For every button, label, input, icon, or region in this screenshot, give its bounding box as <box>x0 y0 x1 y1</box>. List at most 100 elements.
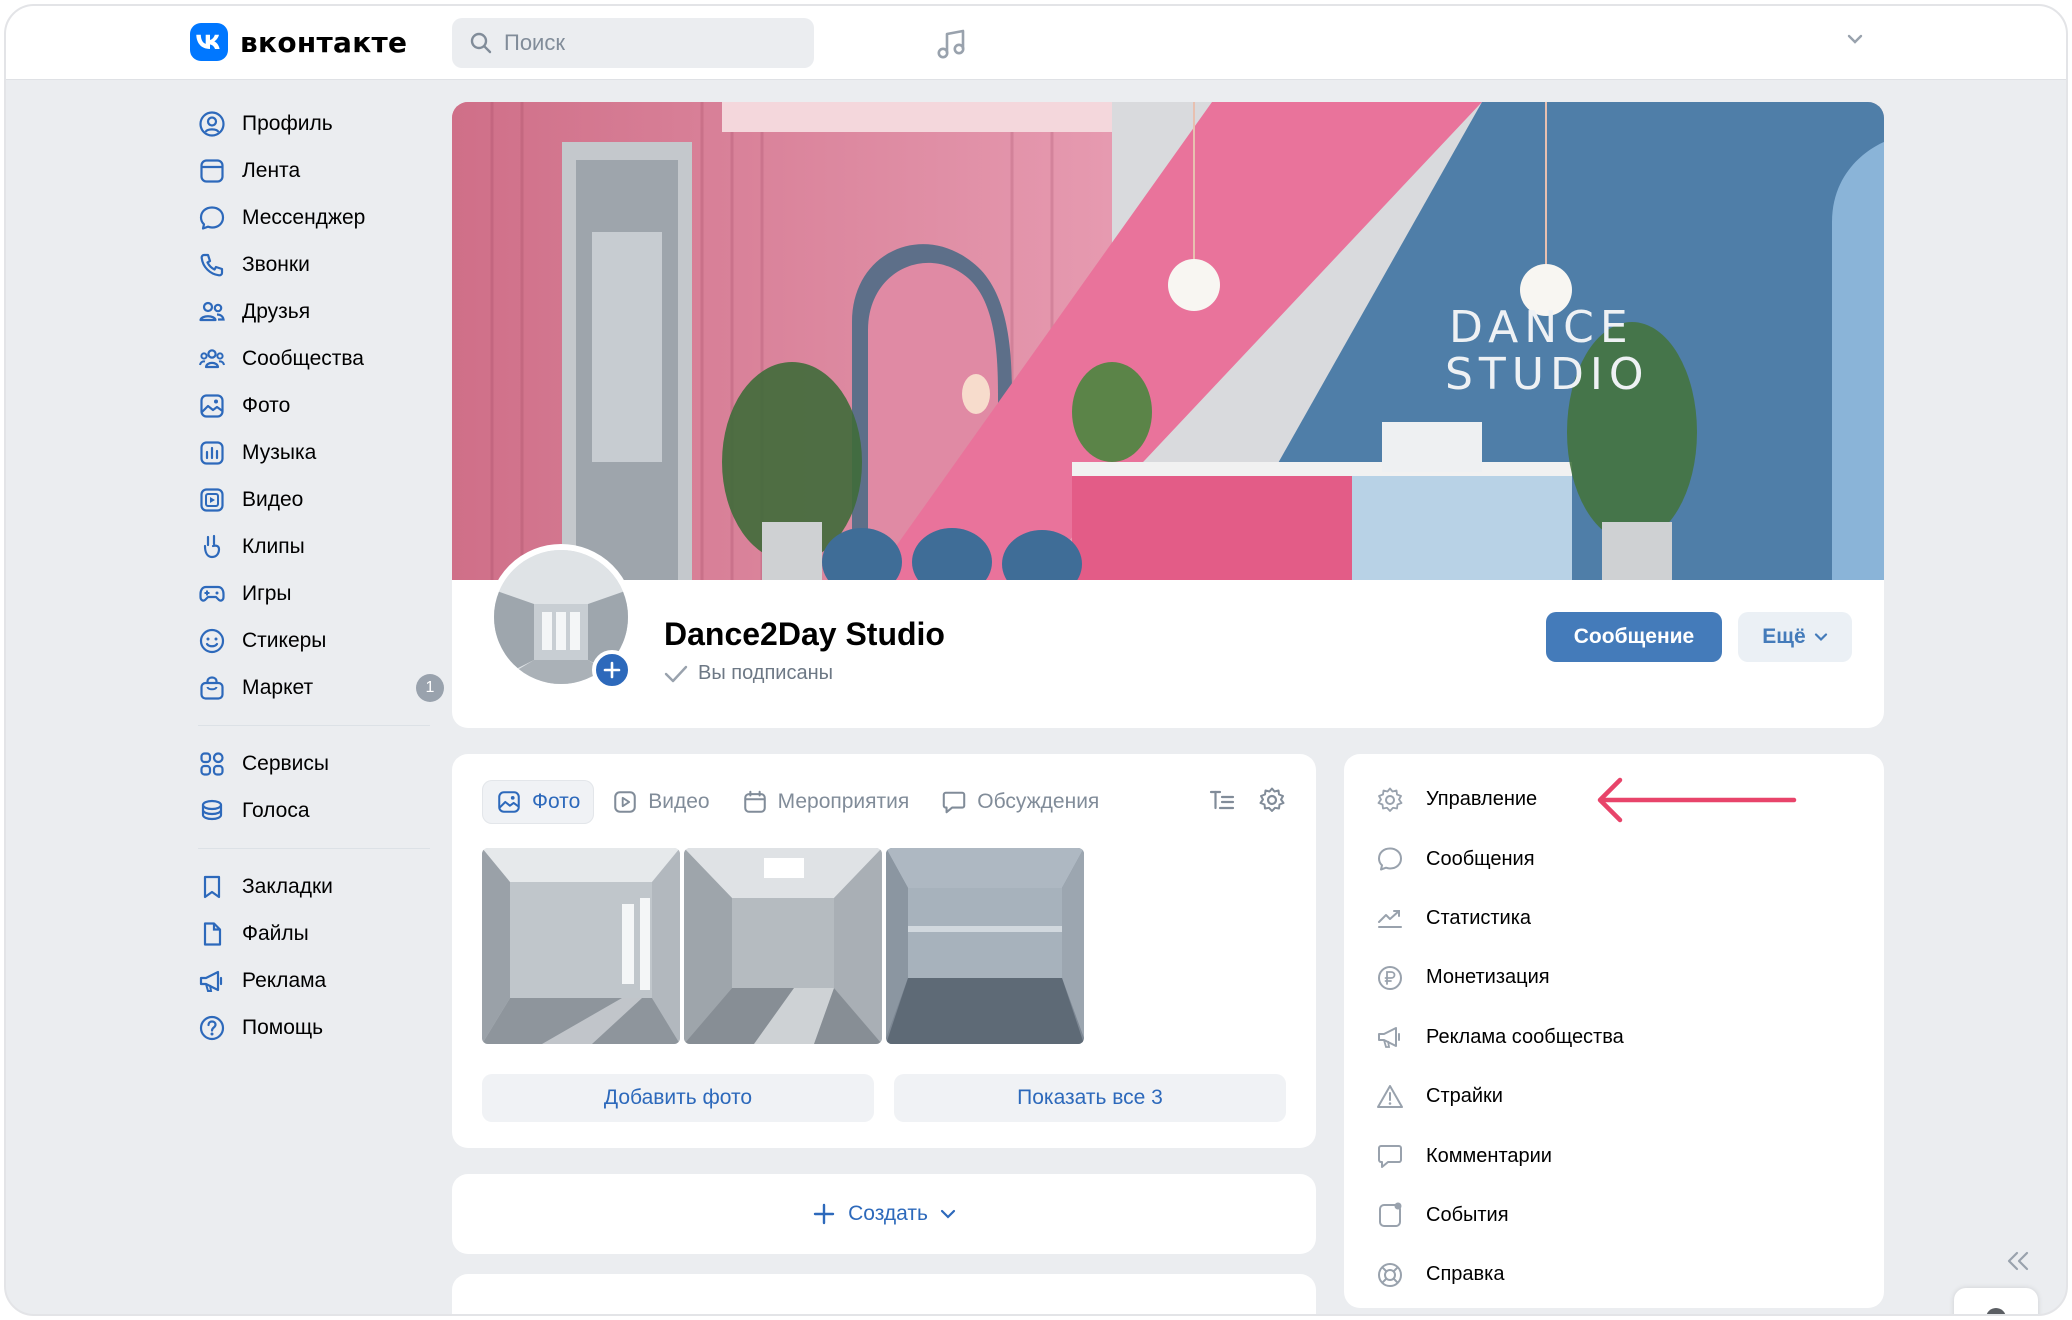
phone-icon <box>200 253 224 276</box>
photo-icon <box>498 791 520 813</box>
cover-sign-line2: STUDIO <box>1445 349 1650 400</box>
sidebar-item-label: Мессенджер <box>242 205 366 229</box>
sidebar-item-messenger[interactable]: Мессенджер <box>190 194 440 241</box>
sidebar-item-music[interactable]: Музыка <box>190 429 440 476</box>
manage-item-label: Управление <box>1426 788 1538 811</box>
gear-icon[interactable] <box>1258 786 1286 814</box>
warning-icon <box>1377 1084 1403 1108</box>
manage-item-events[interactable]: События <box>1344 1186 1884 1245</box>
tab-video[interactable]: Видео <box>598 780 723 824</box>
sidebar-item-clips[interactable]: Клипы <box>190 523 440 570</box>
sidebar-item-files[interactable]: Файлы <box>190 910 440 957</box>
sidebar-item-label: Игры <box>242 581 292 605</box>
sidebar-item-stickers[interactable]: Стикеры <box>190 617 440 664</box>
annotation-arrow-icon <box>1597 777 1797 823</box>
tab-photo[interactable]: Фото <box>482 780 595 824</box>
tab-tools <box>1208 786 1286 814</box>
sidebar-item-label: Фото <box>242 393 291 417</box>
add-photo-button[interactable]: Добавить фото <box>482 1074 874 1122</box>
search-box[interactable] <box>452 18 814 68</box>
tab-label: Фото <box>532 790 581 813</box>
manage-item-monetization[interactable]: Монетизация <box>1344 948 1884 1007</box>
show-all-photos-button[interactable]: Показать все 3 <box>894 1074 1286 1122</box>
collapse-sidebar-button[interactable] <box>2006 1250 2030 1277</box>
search-input[interactable] <box>504 30 794 56</box>
add-avatar-button[interactable] <box>592 650 632 690</box>
manage-item-label: События <box>1426 1203 1509 1226</box>
manage-item-messages[interactable]: Сообщения <box>1344 829 1884 888</box>
sidebar-item-communities[interactable]: Сообщества <box>190 335 440 382</box>
tab-label: Мероприятия <box>777 790 910 813</box>
sidebar-item-label: Сервисы <box>242 751 330 775</box>
photo-thumbnail[interactable] <box>482 848 680 1044</box>
manage-item-label: Сообщения <box>1426 847 1535 870</box>
sidebar-item-label: Закладки <box>242 874 333 898</box>
sidebar-item-profile[interactable]: Профиль <box>190 100 440 147</box>
manage-item-statistics[interactable]: Статистика <box>1344 889 1884 948</box>
sidebar-item-label: Звонки <box>242 252 310 276</box>
profile-icon <box>199 110 225 137</box>
stickers-icon <box>199 628 225 653</box>
scroll-to-top-handle[interactable] <box>1954 1288 2038 1314</box>
sidebar-item-label: Клипы <box>242 534 305 558</box>
manage-item-label: Реклама сообщества <box>1426 1025 1624 1048</box>
sort-icon[interactable] <box>1208 786 1236 814</box>
manage-item-help[interactable]: Справка <box>1344 1245 1884 1304</box>
video-icon <box>614 791 637 813</box>
search-icon <box>470 32 492 54</box>
manage-item-comments[interactable]: Комментарии <box>1344 1126 1884 1185</box>
subscription-status[interactable]: Вы подписаны <box>664 662 833 685</box>
sidebar-item-help[interactable]: Помощь <box>190 1004 440 1051</box>
wall-post-card <box>452 1274 1316 1314</box>
more-button[interactable]: Ещё <box>1738 612 1852 662</box>
cover-sign-line1: DANCE <box>1449 302 1634 353</box>
sidebar-item-label: Сообщества <box>242 346 364 370</box>
tab-discussions[interactable]: Обсуждения <box>927 780 1113 824</box>
sidebar-divider <box>198 848 430 849</box>
cover-illustration: DANCE STUDIO <box>452 102 1884 580</box>
sidebar-divider <box>198 725 430 726</box>
tab-label: Видео <box>648 790 710 813</box>
music-icon <box>200 440 224 465</box>
vk-logo[interactable]: вконтакте <box>190 23 407 61</box>
sidebar-item-games[interactable]: Игры <box>190 570 440 617</box>
sidebar-item-bookmarks[interactable]: Закладки <box>190 863 440 910</box>
create-post-button[interactable]: Создать <box>452 1174 1316 1254</box>
sidebar-item-friends[interactable]: Друзья <box>190 288 440 335</box>
sidebar-item-feed[interactable]: Лента <box>190 147 440 194</box>
chevron-down-icon <box>1814 633 1827 642</box>
photo-thumbnails <box>482 848 1084 1044</box>
gear-icon <box>1377 787 1403 812</box>
sidebar-item-votes[interactable]: Голоса <box>190 787 440 834</box>
sidebar-item-photo[interactable]: Фото <box>190 382 440 429</box>
bookmarks-icon <box>203 875 221 898</box>
sidebar-item-label: Маркет <box>242 675 314 699</box>
tab-events[interactable]: Мероприятия <box>728 780 924 824</box>
sidebar-item-video[interactable]: Видео <box>190 476 440 523</box>
left-sidebar: Профиль Лента Мессенджер Звонки Друзья С… <box>190 100 444 1051</box>
send-message-button[interactable]: Сообщение <box>1546 612 1722 662</box>
manage-item-label: Страйки <box>1426 1085 1503 1108</box>
feed-icon <box>200 158 224 183</box>
sidebar-item-services[interactable]: Сервисы <box>190 740 440 787</box>
group-name: Dance2Day Studio <box>664 616 945 652</box>
photo-thumbnail[interactable] <box>886 848 1084 1044</box>
tab-label: Обсуждения <box>977 790 1100 813</box>
sidebar-item-calls[interactable]: Звонки <box>190 241 440 288</box>
logo-text: вконтакте <box>240 25 408 59</box>
plus-icon <box>813 1203 835 1225</box>
sidebar-item-ads[interactable]: Реклама <box>190 957 440 1004</box>
profile-menu-button[interactable] <box>1846 32 1864 50</box>
stats-icon <box>1378 910 1402 929</box>
help-ring-icon <box>1378 1262 1402 1287</box>
sidebar-item-label: Помощь <box>242 1015 324 1039</box>
photo-thumbnail[interactable] <box>684 848 882 1044</box>
create-label: Создать <box>848 1202 928 1225</box>
music-player-button[interactable] <box>930 24 974 64</box>
manage-item-strikes[interactable]: Страйки <box>1344 1067 1884 1126</box>
manage-item-community-ads[interactable]: Реклама сообщества <box>1344 1008 1884 1067</box>
communities-icon <box>199 348 225 368</box>
manage-item-label: Статистика <box>1426 906 1532 929</box>
sidebar-item-market[interactable]: Маркет 1 <box>190 664 444 711</box>
market-icon <box>200 675 224 700</box>
